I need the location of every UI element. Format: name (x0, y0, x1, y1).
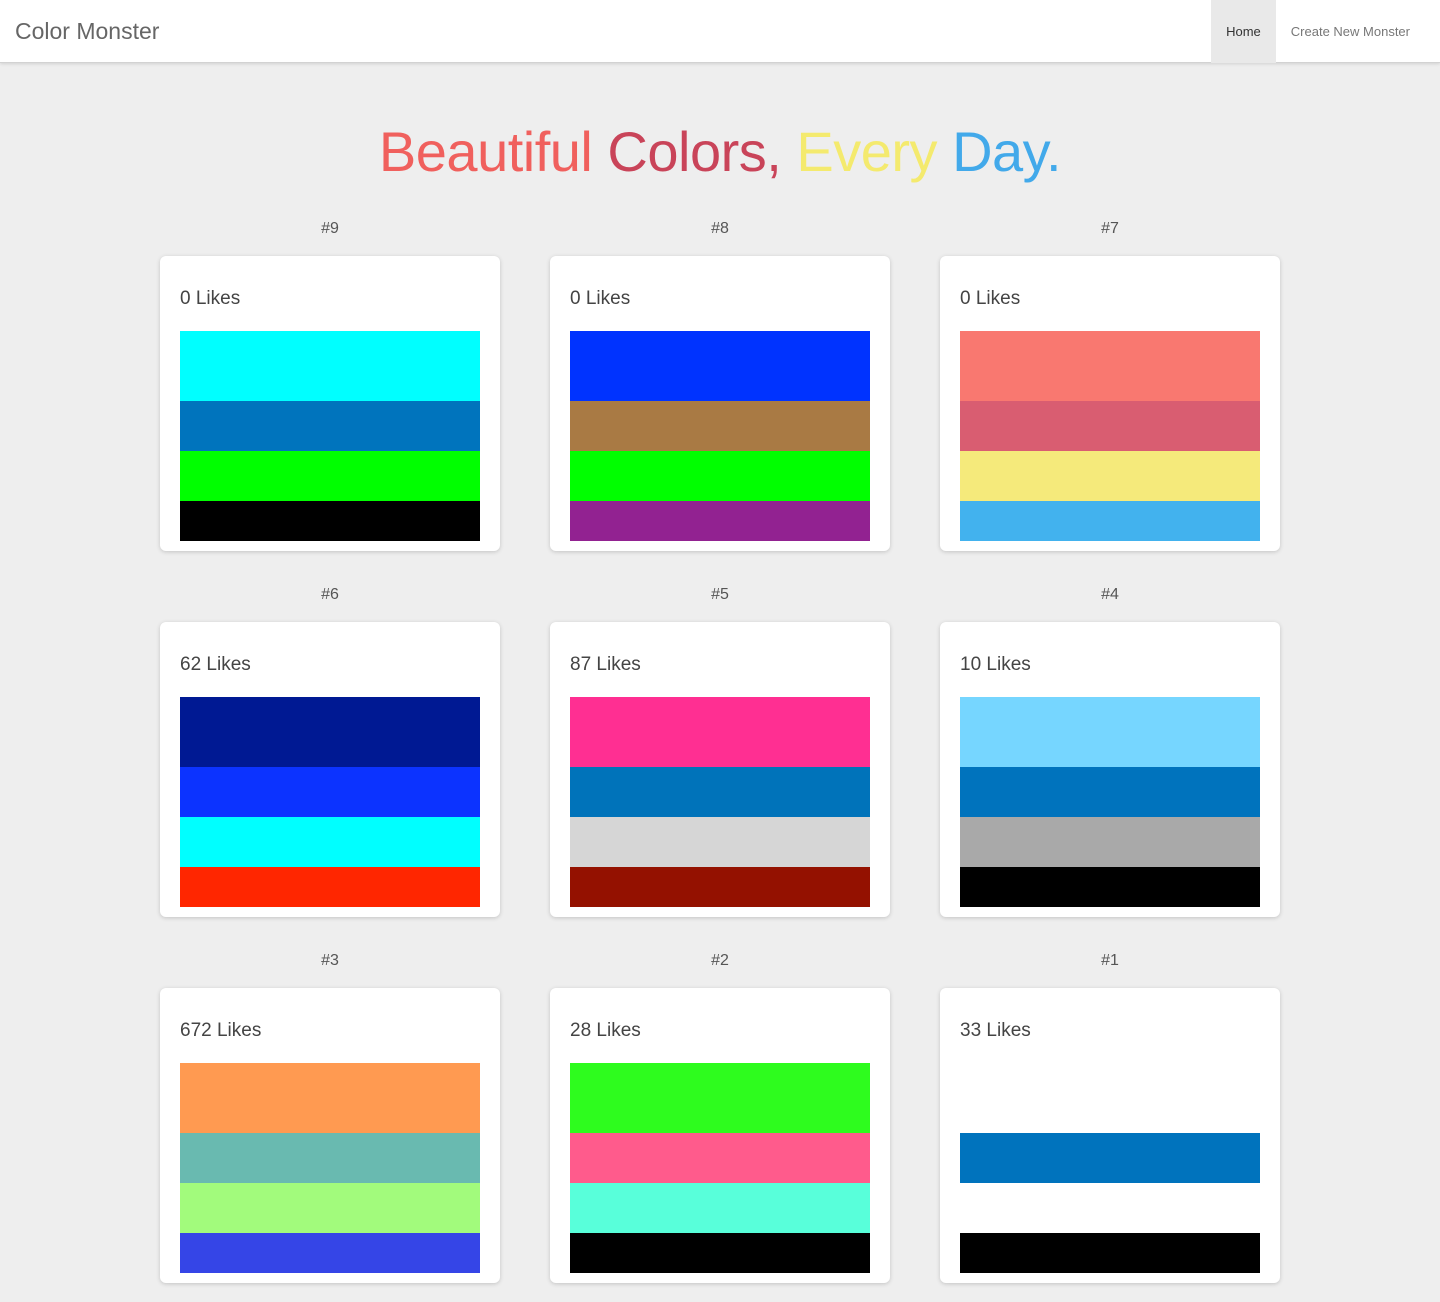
monster-number: #9 (321, 220, 339, 237)
monster-number: #2 (711, 952, 729, 969)
color-swatch (960, 867, 1260, 907)
color-swatch (960, 501, 1260, 541)
color-swatch (180, 501, 480, 541)
color-swatch (180, 451, 480, 501)
color-palette (960, 331, 1260, 541)
likes-count: 0 Likes (180, 288, 241, 309)
color-swatch (180, 1183, 480, 1233)
hero-word-4: Day. (952, 120, 1062, 183)
color-swatch (960, 817, 1260, 867)
likes-count: 28 Likes (570, 1020, 641, 1041)
color-swatch (180, 1233, 480, 1273)
monster-number: #6 (321, 586, 339, 603)
color-palette (570, 331, 870, 541)
monster-number: #7 (1101, 220, 1119, 237)
brand-logo-link[interactable]: Color Monster (15, 0, 159, 63)
monster-card[interactable]: 62 Likes (160, 622, 500, 917)
color-swatch (570, 401, 870, 451)
likes-count: 672 Likes (180, 1020, 262, 1041)
color-swatch (960, 1233, 1260, 1273)
top-navbar: Color Monster Home Create New Monster (0, 0, 1440, 63)
monster-number: #1 (1101, 952, 1119, 969)
color-swatch (180, 1133, 480, 1183)
color-palette (960, 1063, 1260, 1273)
monster-card[interactable]: 0 Likes (550, 256, 890, 551)
monster-card[interactable]: 28 Likes (550, 988, 890, 1283)
color-palette (570, 1063, 870, 1273)
color-swatch (570, 1063, 870, 1133)
color-swatch (570, 1133, 870, 1183)
monster-column: #9 0 Likes (160, 210, 500, 551)
color-palette (960, 697, 1260, 907)
color-swatch (570, 451, 870, 501)
color-swatch (570, 1183, 870, 1233)
color-swatch (570, 1233, 870, 1273)
likes-count: 87 Likes (570, 654, 641, 675)
color-swatch (570, 697, 870, 767)
monster-column: #2 28 Likes (550, 942, 890, 1283)
color-swatch (180, 867, 480, 907)
color-swatch (180, 697, 480, 767)
color-palette (180, 697, 480, 907)
hero-headline: Beautiful Colors, Every Day. (0, 118, 1440, 186)
likes-count: 62 Likes (180, 654, 251, 675)
monster-number: #4 (1101, 586, 1119, 603)
color-swatch (960, 767, 1260, 817)
monster-number: #5 (711, 586, 729, 603)
monster-card[interactable]: 33 Likes (940, 988, 1280, 1283)
likes-count: 0 Likes (960, 288, 1021, 309)
color-swatch (960, 697, 1260, 767)
likes-count: 33 Likes (960, 1020, 1031, 1041)
color-swatch (180, 1063, 480, 1133)
color-swatch (180, 817, 480, 867)
color-swatch (180, 331, 480, 401)
nav-menu: Home Create New Monster (1211, 0, 1425, 63)
likes-count: 0 Likes (570, 288, 631, 309)
color-swatch (960, 451, 1260, 501)
color-swatch (570, 867, 870, 907)
hero-word-1: Beautiful (378, 120, 608, 183)
monster-column: #1 33 Likes (940, 942, 1280, 1283)
color-swatch (960, 1183, 1260, 1233)
monster-grid: #9 0 Likes #8 0 Likes #7 0 Likes #6 62 Likes #5 8… (160, 210, 1280, 1283)
monster-column: #5 87 Likes (550, 576, 890, 917)
color-palette (180, 1063, 480, 1273)
color-palette (180, 331, 480, 541)
monster-card[interactable]: 0 Likes (940, 256, 1280, 551)
monster-column: #6 62 Likes (160, 576, 500, 917)
nav-link-create-new-monster[interactable]: Create New Monster (1276, 0, 1425, 63)
monster-number: #3 (321, 952, 339, 969)
monster-column: #7 0 Likes (940, 210, 1280, 551)
nav-link-home[interactable]: Home (1211, 0, 1276, 63)
monster-number: #8 (711, 220, 729, 237)
color-swatch (570, 767, 870, 817)
monster-card[interactable]: 672 Likes (160, 988, 500, 1283)
monster-column: #3 672 Likes (160, 942, 500, 1283)
monster-card[interactable]: 87 Likes (550, 622, 890, 917)
hero-word-3: Every (796, 120, 953, 183)
color-swatch (960, 1063, 1260, 1133)
color-swatch (570, 817, 870, 867)
monster-column: #4 10 Likes (940, 576, 1280, 917)
color-swatch (960, 401, 1260, 451)
monster-column: #8 0 Likes (550, 210, 890, 551)
color-swatch (960, 331, 1260, 401)
monster-card[interactable]: 10 Likes (940, 622, 1280, 917)
color-swatch (180, 401, 480, 451)
color-swatch (180, 767, 480, 817)
likes-count: 10 Likes (960, 654, 1031, 675)
hero-word-2: Colors, (607, 120, 797, 183)
color-swatch (570, 331, 870, 401)
color-swatch (960, 1133, 1260, 1183)
color-swatch (570, 501, 870, 541)
color-palette (570, 697, 870, 907)
monster-card[interactable]: 0 Likes (160, 256, 500, 551)
